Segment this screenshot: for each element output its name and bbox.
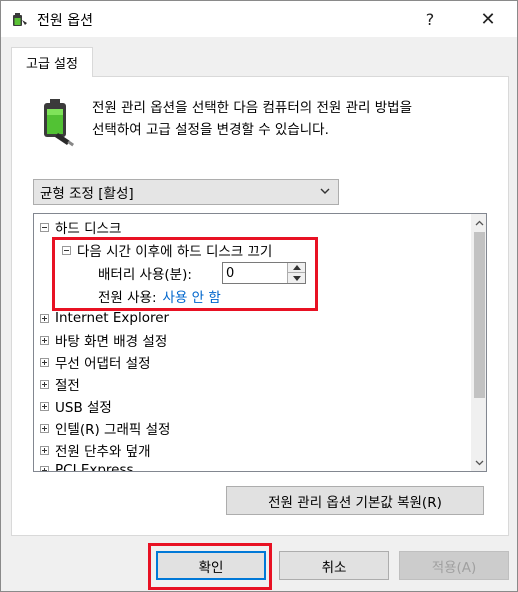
tree-node-label: USB 설정	[55, 400, 112, 416]
tree-node-label: PCI Express	[55, 462, 134, 472]
tree-node-hard-disk[interactable]: 하드 디스크	[40, 216, 121, 238]
restore-defaults-button[interactable]: 전원 관리 옵션 기본값 복원(R)	[226, 486, 484, 515]
power-plan-value: 균형 조정 [활성]	[40, 186, 134, 202]
expand-icon[interactable]	[40, 401, 49, 411]
battery-plug-icon	[44, 99, 75, 147]
description-line-1: 전원 관리 옵션을 선택한 다음 컴퓨터의 전원 관리 방법을	[92, 100, 412, 116]
description-text: 전원 관리 옵션을 선택한 다음 컴퓨터의 전원 관리 방법을 선택하여 고급 …	[92, 97, 492, 141]
chevron-up-icon	[475, 220, 484, 225]
tree-node-label: 다음 시간 이후에 하드 디스크 끄기	[77, 244, 273, 260]
help-button[interactable]: ?	[407, 1, 453, 37]
settings-tree[interactable]: 하드 디스크 다음 시간 이후에 하드 디스크 끄기 배터리 사용(분): 전원…	[33, 213, 487, 472]
tree-node-label: 전원 단추와 덮개	[55, 444, 151, 460]
close-button[interactable]: ✕	[465, 1, 511, 37]
expand-icon[interactable]	[40, 465, 49, 471]
tree-node-sleep[interactable]: 절전	[40, 373, 80, 395]
expand-icon[interactable]	[40, 445, 49, 455]
tree-scrollbar[interactable]	[471, 214, 486, 471]
arrow-up-icon	[292, 265, 301, 270]
cancel-button[interactable]: 취소	[279, 551, 389, 580]
expand-icon[interactable]	[40, 313, 49, 323]
expand-icon[interactable]	[40, 423, 49, 433]
tree-node-label: 무선 어댑터 설정	[55, 356, 151, 372]
title-bar: 전원 옵션 ? ✕	[1, 1, 517, 37]
on-battery-minutes-input[interactable]	[223, 263, 285, 283]
expand-icon[interactable]	[40, 379, 49, 389]
setting-plugged-in: 전원 사용: 사용 안 함	[98, 285, 221, 307]
tree-node-turn-off-hard-disk[interactable]: 다음 시간 이후에 하드 디스크 끄기	[62, 239, 272, 261]
expand-icon[interactable]	[40, 335, 49, 345]
tree-node-label: 인텔(R) 그래픽 설정	[55, 422, 171, 438]
tree-node-internet-explorer[interactable]: Internet Explorer	[40, 307, 169, 329]
apply-button[interactable]: 적용(A)	[399, 551, 509, 580]
tree-node-label: Internet Explorer	[55, 310, 170, 326]
scroll-down-button[interactable]	[471, 454, 486, 471]
chevron-down-icon	[475, 460, 484, 465]
plugged-in-label: 전원 사용:	[98, 290, 157, 306]
advanced-settings-panel: 전원 관리 옵션을 선택한 다음 컴퓨터의 전원 관리 방법을 선택하여 고급 …	[11, 76, 509, 536]
expand-icon[interactable]	[40, 357, 49, 367]
setting-on-battery: 배터리 사용(분):	[98, 262, 192, 284]
scroll-up-button[interactable]	[471, 214, 486, 231]
collapse-icon[interactable]	[62, 245, 71, 255]
tab-advanced-settings[interactable]: 고급 설정	[11, 47, 93, 77]
tree-node-label: 바탕 화면 배경 설정	[55, 334, 168, 350]
ok-button[interactable]: 확인	[156, 551, 266, 580]
tree-node-usb[interactable]: USB 설정	[40, 395, 112, 417]
tree-node-intel-graphics[interactable]: 인텔(R) 그래픽 설정	[40, 417, 170, 439]
spin-down-button[interactable]	[287, 273, 305, 283]
tree-node-power-buttons-lid[interactable]: 전원 단추와 덮개	[40, 439, 151, 461]
description-line-2: 선택하여 고급 설정을 변경할 수 있습니다.	[92, 122, 329, 138]
tree-node-label: 절전	[55, 378, 80, 394]
tree-node-label: 하드 디스크	[55, 221, 122, 237]
tree-node-pci-express[interactable]: PCI Express	[40, 459, 134, 472]
chevron-down-icon	[320, 188, 330, 194]
power-plan-select[interactable]: 균형 조정 [활성]	[33, 179, 339, 205]
power-options-icon	[13, 13, 27, 26]
tree-node-desktop-background[interactable]: 바탕 화면 배경 설정	[40, 329, 167, 351]
spin-up-button[interactable]	[287, 263, 305, 273]
power-options-dialog: 전원 옵션 ? ✕ 고급 설정 전원 관리 옵션을 선택한 다음 컴퓨터의 전원…	[0, 0, 518, 592]
on-battery-label: 배터리 사용(분):	[98, 267, 192, 283]
plugged-in-value-link[interactable]: 사용 안 함	[163, 286, 221, 306]
tree-node-wireless-adapter[interactable]: 무선 어댑터 설정	[40, 351, 151, 373]
scroll-thumb[interactable]	[474, 232, 485, 398]
arrow-down-icon	[292, 275, 301, 281]
window-title: 전원 옵션	[37, 13, 93, 29]
collapse-icon[interactable]	[40, 222, 49, 232]
on-battery-minutes-spinner[interactable]	[222, 262, 306, 284]
